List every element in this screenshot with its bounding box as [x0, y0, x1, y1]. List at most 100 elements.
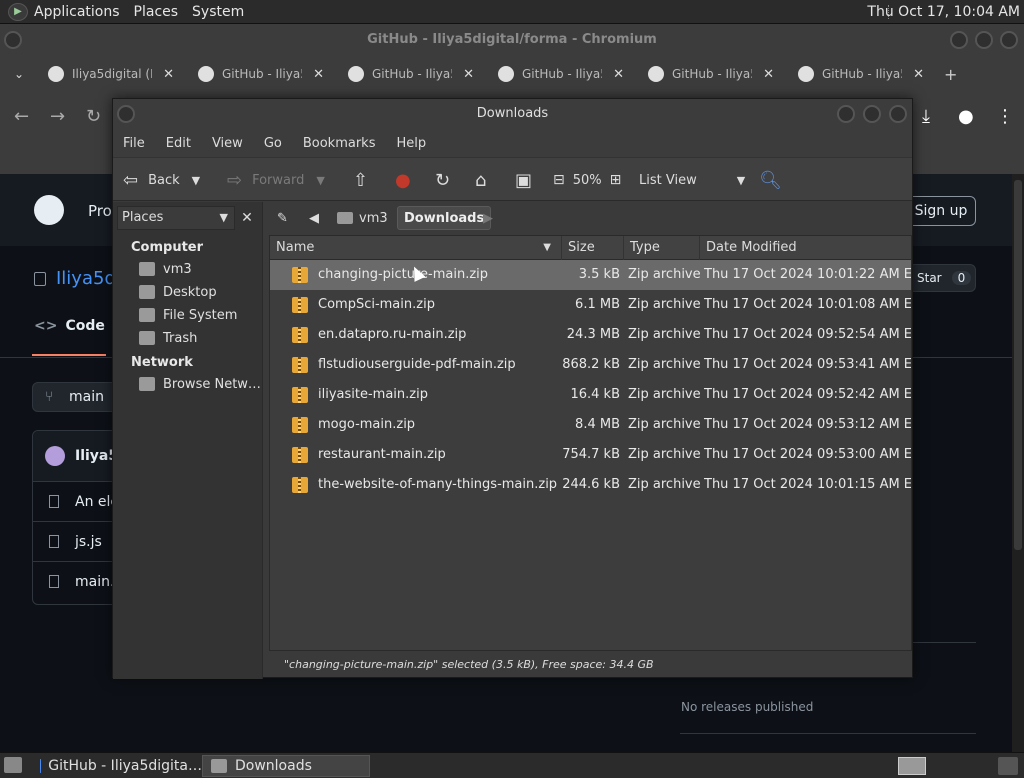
table-row[interactable]: restaurant-main.zip 754.7 kB Zip archive Th… — [270, 440, 911, 470]
stop-button[interactable]: ● — [395, 158, 421, 202]
system-logo-icon[interactable]: ▶ — [8, 2, 28, 21]
close-tab-icon[interactable]: ✕ — [613, 67, 624, 82]
browser-tab[interactable]: GitHub - Iliya5 ✕ — [488, 56, 638, 92]
column-header-modified[interactable]: Date Modified — [700, 236, 911, 260]
column-header-type[interactable]: Type — [624, 236, 700, 260]
minimize-button[interactable] — [837, 105, 855, 123]
reload-button[interactable]: ↻ — [435, 158, 460, 202]
menu-applications[interactable]: Applications — [34, 4, 120, 20]
page-scrollbar[interactable] — [1012, 174, 1024, 752]
table-row[interactable]: mogo-main.zip 8.4 MB Zip archive Thu 17 Oct… — [270, 410, 911, 440]
clock[interactable]: Thu Oct 17, 10:04 AM — [867, 4, 1020, 20]
repo-owner-link[interactable]: Iliya5d — [56, 268, 116, 289]
column-header-size[interactable]: Size — [562, 236, 624, 260]
tab-code[interactable]: <> Code — [32, 318, 106, 356]
table-row[interactable]: iliyasite-main.zip 16.4 kB Zip archive Thu … — [270, 380, 911, 410]
menu-places[interactable]: Places — [134, 4, 179, 20]
menu-view[interactable]: View — [212, 136, 243, 151]
table-row[interactable]: the-website-of-many-things-main.zip 244.6… — [270, 470, 911, 500]
star-button[interactable]: Star 0 — [908, 264, 976, 292]
table-row[interactable]: changing-picture-main.zip 3.5 kB Zip archi… — [270, 260, 911, 290]
close-tab-icon[interactable]: ✕ — [913, 67, 924, 82]
menu-bookmarks[interactable]: Bookmarks — [303, 136, 376, 151]
window-menu-button[interactable] — [4, 31, 22, 49]
reload-icon[interactable]: ↻ — [86, 106, 101, 127]
github-logo-icon[interactable] — [34, 195, 64, 225]
zoom-in-icon[interactable]: ⊞ — [610, 172, 622, 188]
chevron-down-icon[interactable]: ▼ — [316, 174, 324, 187]
close-tab-icon[interactable]: ✕ — [763, 67, 774, 82]
close-tab-icon[interactable]: ✕ — [463, 67, 474, 82]
back-arrow-icon[interactable]: ← — [14, 106, 29, 127]
branch-selector[interactable]: ⑂ main — [32, 382, 122, 412]
sidebar-item-vm3[interactable]: vm3 — [139, 258, 192, 280]
file-icon — [49, 535, 59, 548]
status-bar: "changing-picture-main.zip" selected (3.… — [284, 658, 654, 671]
edit-location-button[interactable]: ✎ — [271, 206, 294, 230]
menu-system[interactable]: System — [192, 4, 244, 20]
menu-go[interactable]: Go — [264, 136, 282, 151]
browser-tab[interactable]: Iliya5digital (I ✕ — [38, 56, 188, 92]
profile-icon[interactable]: ● — [958, 106, 974, 127]
zoom-control[interactable]: ⊟ 50% ⊞ — [553, 158, 631, 202]
new-tab-icon[interactable]: + — [944, 65, 957, 84]
scrollbar-thumb[interactable] — [1014, 180, 1022, 550]
browser-tab[interactable]: GitHub - Iliya5 ✕ — [188, 56, 338, 92]
up-button[interactable]: ⇧ — [353, 158, 378, 202]
trash-applet-icon[interactable] — [998, 757, 1018, 775]
taskbar-item-chromium[interactable]: GitHub - Iliya5digita… — [32, 755, 202, 777]
column-header-name[interactable]: Name ▼ — [270, 236, 562, 260]
close-button[interactable] — [889, 105, 907, 123]
list-item[interactable]: main.c — [33, 561, 121, 601]
computer-button[interactable]: ▣ — [515, 158, 542, 202]
close-tab-icon[interactable]: ✕ — [163, 67, 174, 82]
browser-tab[interactable]: GitHub - Iliya5 ✕ — [638, 56, 788, 92]
menu-help[interactable]: Help — [396, 136, 426, 151]
sidebar-item-desktop[interactable]: Desktop — [139, 281, 217, 303]
close-sidebar-icon[interactable]: ✕ — [237, 208, 257, 228]
tab-underline — [32, 354, 106, 356]
maximize-button[interactable] — [975, 31, 993, 49]
menu-edit[interactable]: Edit — [166, 136, 191, 151]
table-row[interactable]: flstudiouserguide-pdf-main.zip 868.2 kB Zi… — [270, 350, 911, 380]
table-row[interactable]: en.datapro.ru-main.zip 24.3 MB Zip archive… — [270, 320, 911, 350]
forward-button[interactable]: ⇨ Forward ▼ — [227, 158, 325, 202]
home-button[interactable]: ⌂ — [475, 158, 496, 202]
list-item[interactable]: js.js — [33, 521, 121, 561]
browser-tab[interactable]: GitHub - Iliya5 ✕ — [338, 56, 488, 92]
list-item[interactable]: An ele — [33, 481, 121, 521]
close-tab-icon[interactable]: ✕ — [313, 67, 324, 82]
workspace-switcher[interactable] — [898, 757, 926, 775]
view-mode-select[interactable]: List View ▼ — [639, 158, 745, 202]
download-icon[interactable]: ⤓ — [922, 106, 930, 127]
maximize-button[interactable] — [863, 105, 881, 123]
minimize-button[interactable] — [950, 31, 968, 49]
browser-tab[interactable]: GitHub - Iliya5 ✕ — [788, 56, 938, 92]
close-button[interactable] — [1000, 31, 1018, 49]
tab-list-icon[interactable]: ⌄ — [0, 67, 38, 81]
file-type: Zip archive — [628, 447, 700, 462]
menu-file[interactable]: File — [123, 136, 145, 151]
star-count: 0 — [951, 271, 972, 285]
path-right-arrow[interactable]: ▶ — [477, 206, 499, 230]
window-menu-button[interactable] — [117, 105, 135, 123]
browser-menu-icon[interactable]: ⋮ — [996, 106, 1014, 127]
breadcrumb-vm3[interactable]: vm3 — [331, 206, 394, 230]
github-nav-product[interactable]: Pro — [88, 202, 112, 220]
path-left-arrow[interactable]: ◀ — [303, 206, 325, 230]
sidebar-type-select[interactable]: Places ▼ — [117, 206, 235, 230]
table-row[interactable]: CompSci-main.zip 6.1 MB Zip archive Thu 17 … — [270, 290, 911, 320]
sidebar: Places ▼ ✕ Computer vm3 Desktop File Syst… — [113, 202, 263, 679]
sidebar-item-browse-network[interactable]: Browse Netw… — [139, 373, 261, 395]
avatar[interactable] — [45, 446, 65, 466]
zoom-out-icon[interactable]: ⊟ — [553, 172, 565, 188]
taskbar-item-downloads[interactable]: Downloads — [202, 755, 370, 777]
forward-arrow-icon[interactable]: → — [50, 106, 65, 127]
chevron-down-icon[interactable]: ▼ — [192, 174, 200, 187]
sidebar-item-file-system[interactable]: File System — [139, 304, 237, 326]
sidebar-item-trash[interactable]: Trash — [139, 327, 197, 349]
signup-button[interactable]: Sign up — [906, 196, 976, 226]
search-button[interactable]: 🔍︎ — [759, 158, 792, 202]
back-button[interactable]: ⇦ Back ▼ — [123, 158, 200, 202]
show-desktop-icon[interactable] — [4, 757, 22, 773]
